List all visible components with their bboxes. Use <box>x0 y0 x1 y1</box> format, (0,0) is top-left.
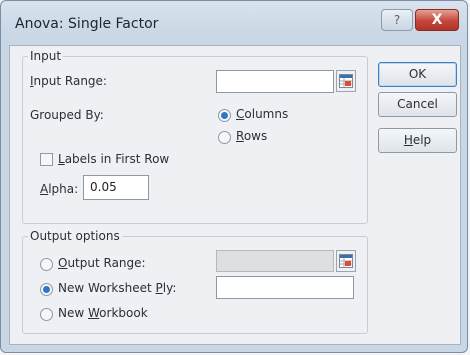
output-range-field[interactable] <box>216 250 334 272</box>
labels-first-row-checkbox[interactable] <box>40 153 53 166</box>
new-worksheet-ply-label: New Worksheet Ply: <box>58 281 177 295</box>
input-range-field[interactable] <box>216 70 334 93</box>
new-worksheet-ply-field[interactable] <box>216 276 354 299</box>
dialog-title: Anova: Single Factor <box>15 16 159 32</box>
rows-label: Rows <box>236 129 268 143</box>
input-group-title: Input <box>28 49 64 63</box>
output-range-radio[interactable] <box>40 258 53 271</box>
range-picker-icon <box>339 74 353 88</box>
rows-radio[interactable] <box>218 131 231 144</box>
new-workbook-radio[interactable] <box>40 308 53 321</box>
new-worksheet-ply-radio[interactable] <box>40 283 53 296</box>
range-picker-icon <box>339 254 353 268</box>
input-range-picker-button[interactable] <box>336 70 356 92</box>
columns-radio[interactable] <box>218 109 231 122</box>
labels-first-row-label: Labels in First Row <box>58 152 170 166</box>
help-button[interactable]: Help <box>378 128 457 153</box>
input-range-label: Input Range: <box>30 74 107 88</box>
output-range-picker-button[interactable] <box>336 250 356 272</box>
cancel-button[interactable]: Cancel <box>378 92 457 117</box>
grouped-by-label: Grouped By: <box>30 108 104 122</box>
dialog-window: Anova: Single Factor ? X Input Input Ran… <box>0 0 468 353</box>
alpha-field[interactable]: 0.05 <box>83 175 149 200</box>
dialog-body: Input Input Range: Grouped By: Columns R… <box>9 45 461 345</box>
output-range-label: Output Range: <box>58 256 146 270</box>
close-icon[interactable]: X <box>415 9 459 31</box>
help-icon[interactable]: ? <box>381 9 413 31</box>
columns-label: Columns <box>236 107 289 121</box>
title-bar[interactable]: Anova: Single Factor ? X <box>1 1 467 45</box>
alpha-label: Alpha: <box>40 182 79 196</box>
ok-button[interactable]: OK <box>378 62 457 87</box>
output-group-title: Output options <box>28 229 122 243</box>
new-workbook-label: New Workbook <box>58 306 148 320</box>
